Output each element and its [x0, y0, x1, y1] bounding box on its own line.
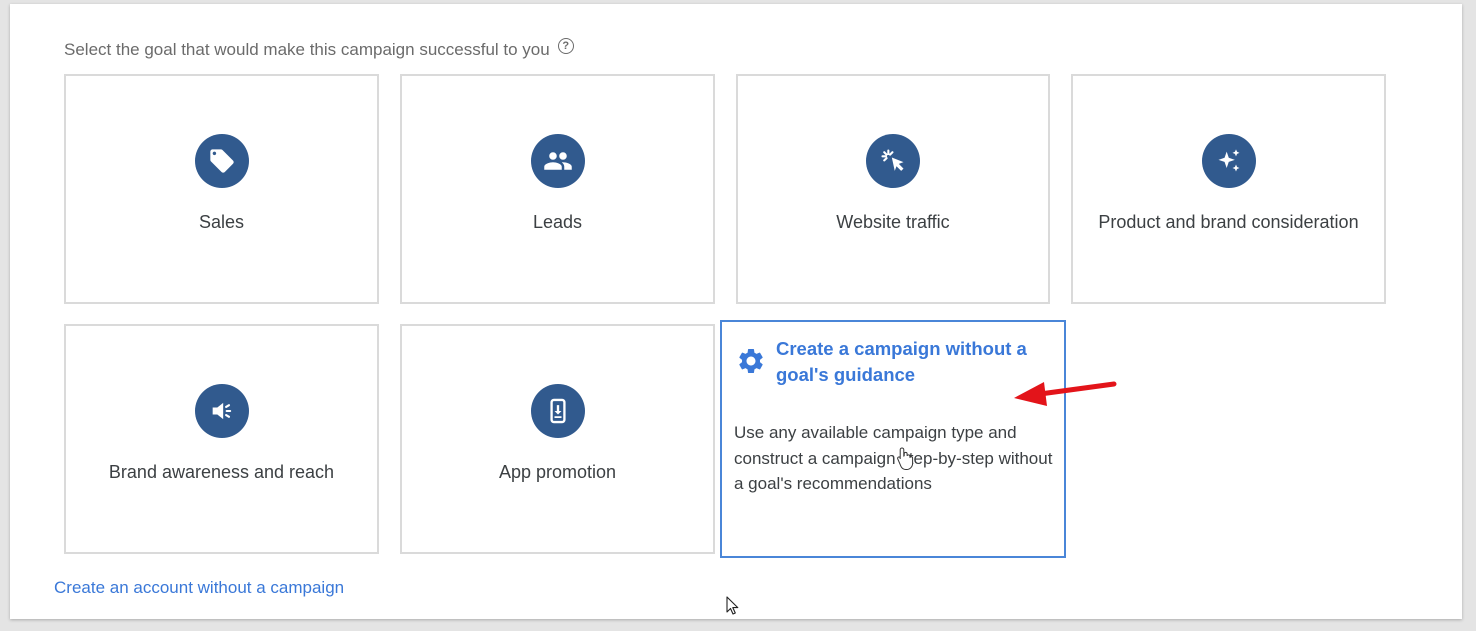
- sparkle-icon: [1201, 134, 1256, 188]
- no-guidance-title: Create a campaign without a goal's guida…: [776, 338, 1027, 385]
- goal-card-label: App promotion: [498, 462, 617, 482]
- goal-card-label: Product and brand consideration: [1098, 212, 1359, 232]
- gear-icon: [736, 346, 766, 381]
- goal-card-label: Leads: [532, 212, 583, 232]
- goal-card-label: Website traffic: [836, 212, 950, 232]
- goal-card-sales[interactable]: Sales: [64, 74, 379, 304]
- help-icon[interactable]: ?: [557, 38, 574, 54]
- goal-card-product-brand-consideration[interactable]: Product and brand consideration: [1071, 74, 1386, 304]
- phone-download-icon: [530, 384, 585, 438]
- goal-card-leads[interactable]: Leads: [400, 74, 715, 304]
- megaphone-icon: [194, 384, 249, 438]
- tag-icon: [194, 134, 249, 188]
- cursor-click-icon: [866, 134, 920, 188]
- hand-cursor-icon: [897, 447, 914, 470]
- pointer-cursor-icon: [726, 596, 739, 615]
- goal-card-no-guidance[interactable]: Create a campaign without a goal's guida…: [720, 320, 1066, 558]
- goal-prompt: Select the goal that would make this cam…: [64, 38, 574, 60]
- people-icon: [530, 134, 585, 188]
- goal-card-label: Brand awareness and reach: [108, 462, 335, 482]
- red-arrow-annotation: [1014, 381, 1117, 406]
- goal-prompt-text: Select the goal that would make this cam…: [64, 40, 550, 59]
- create-account-without-campaign-link[interactable]: Create an account without a campaign: [54, 578, 344, 598]
- no-guidance-description: Use any available campaign type and cons…: [734, 423, 1053, 493]
- goal-card-brand-awareness[interactable]: Brand awareness and reach: [64, 324, 379, 554]
- goal-card-label: Sales: [198, 212, 245, 232]
- goal-card-app-promotion[interactable]: App promotion: [400, 324, 715, 554]
- goal-card-website-traffic[interactable]: Website traffic: [736, 74, 1050, 304]
